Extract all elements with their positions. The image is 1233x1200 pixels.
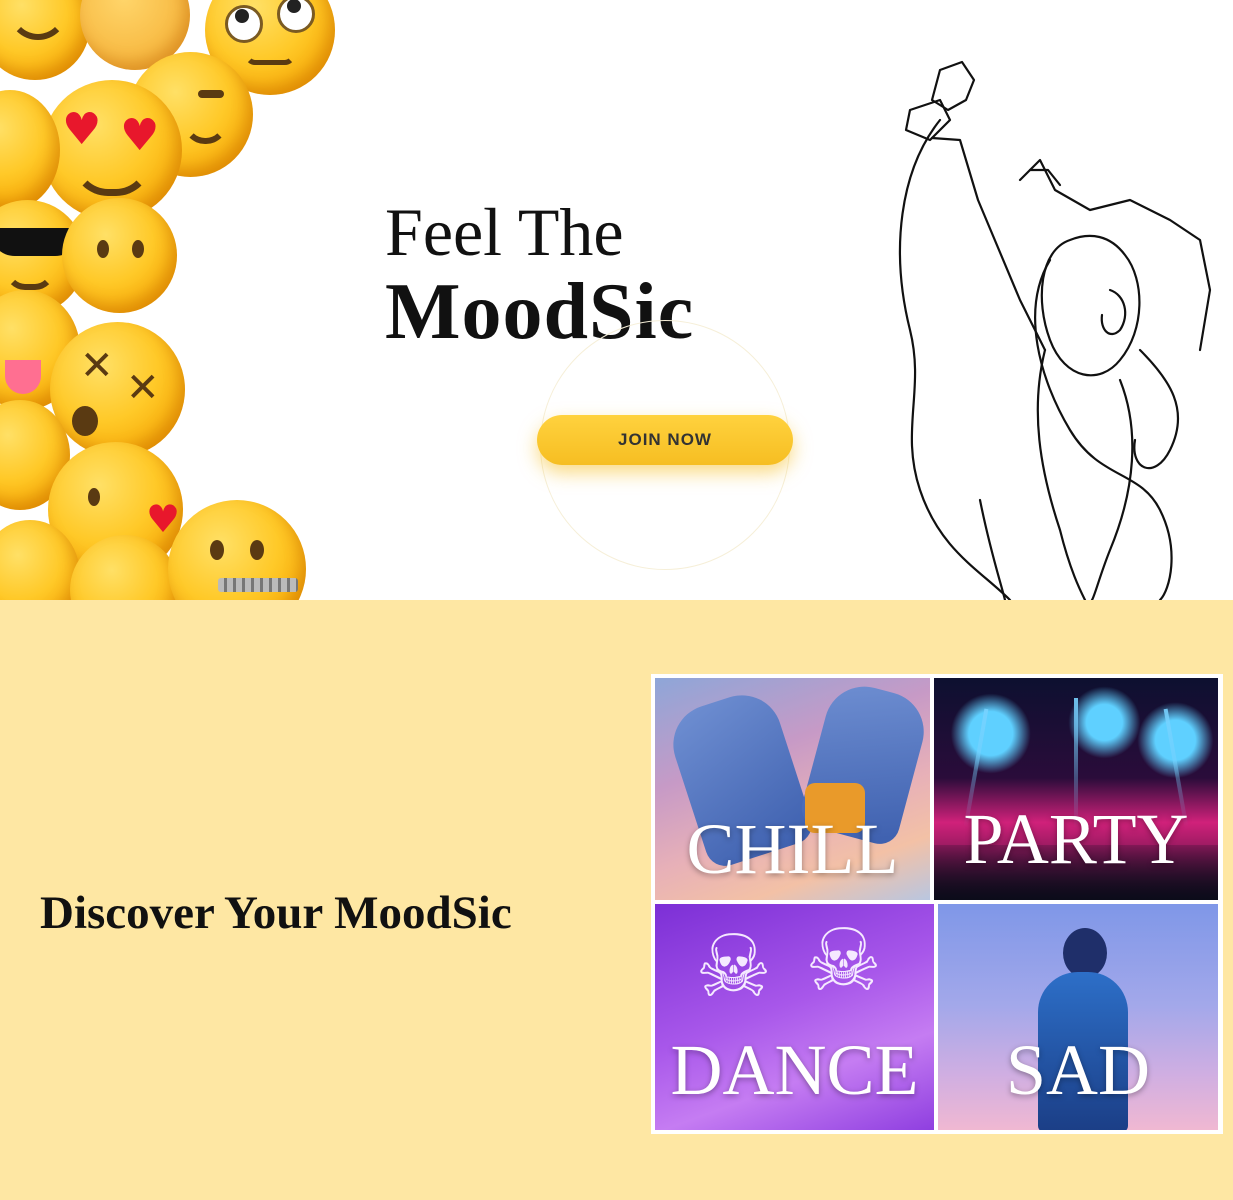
winking-emoji-icon [0,0,90,80]
mood-label-sad: SAD [1005,1030,1151,1110]
slight-frown-emoji-icon [62,198,177,313]
hero-section: ♥ ♥ ✕ ✕ ♥ Feel The MoodSic JOIN NOW [0,0,1233,600]
person-head-icon [1063,928,1107,978]
dancing-woman-line-art-icon [898,60,1212,600]
zipper-mouth-emoji-icon [168,500,306,600]
mood-tile-chill[interactable]: CHILL [655,678,930,900]
discover-section: Discover Your MoodSic CHILL PARTY ☠ ☠ DA… [0,600,1233,1200]
mood-tile-sad[interactable]: SAD [938,904,1218,1130]
skeleton-icon: ☠ [805,911,883,1011]
dizzy-emoji-icon: ✕ ✕ [50,322,185,457]
grin-emoji-icon [0,90,60,210]
mood-label-chill: CHILL [686,809,899,889]
mood-label-party: PARTY [963,799,1189,879]
hero-title-line1: Feel The [385,194,624,270]
mood-label-dance: DANCE [670,1030,919,1110]
mood-grid: CHILL PARTY ☠ ☠ DANCE SAD [651,674,1223,1134]
mood-tile-party[interactable]: PARTY [934,678,1218,900]
mood-tile-dance[interactable]: ☠ ☠ DANCE [655,904,934,1130]
join-now-button[interactable]: JOIN NOW [537,415,793,465]
skeleton-icon: ☠ [695,917,773,1017]
discover-title: Discover Your MoodSic [40,887,512,939]
emoji-collage-icon: ♥ ♥ ✕ ✕ ♥ [0,0,340,600]
